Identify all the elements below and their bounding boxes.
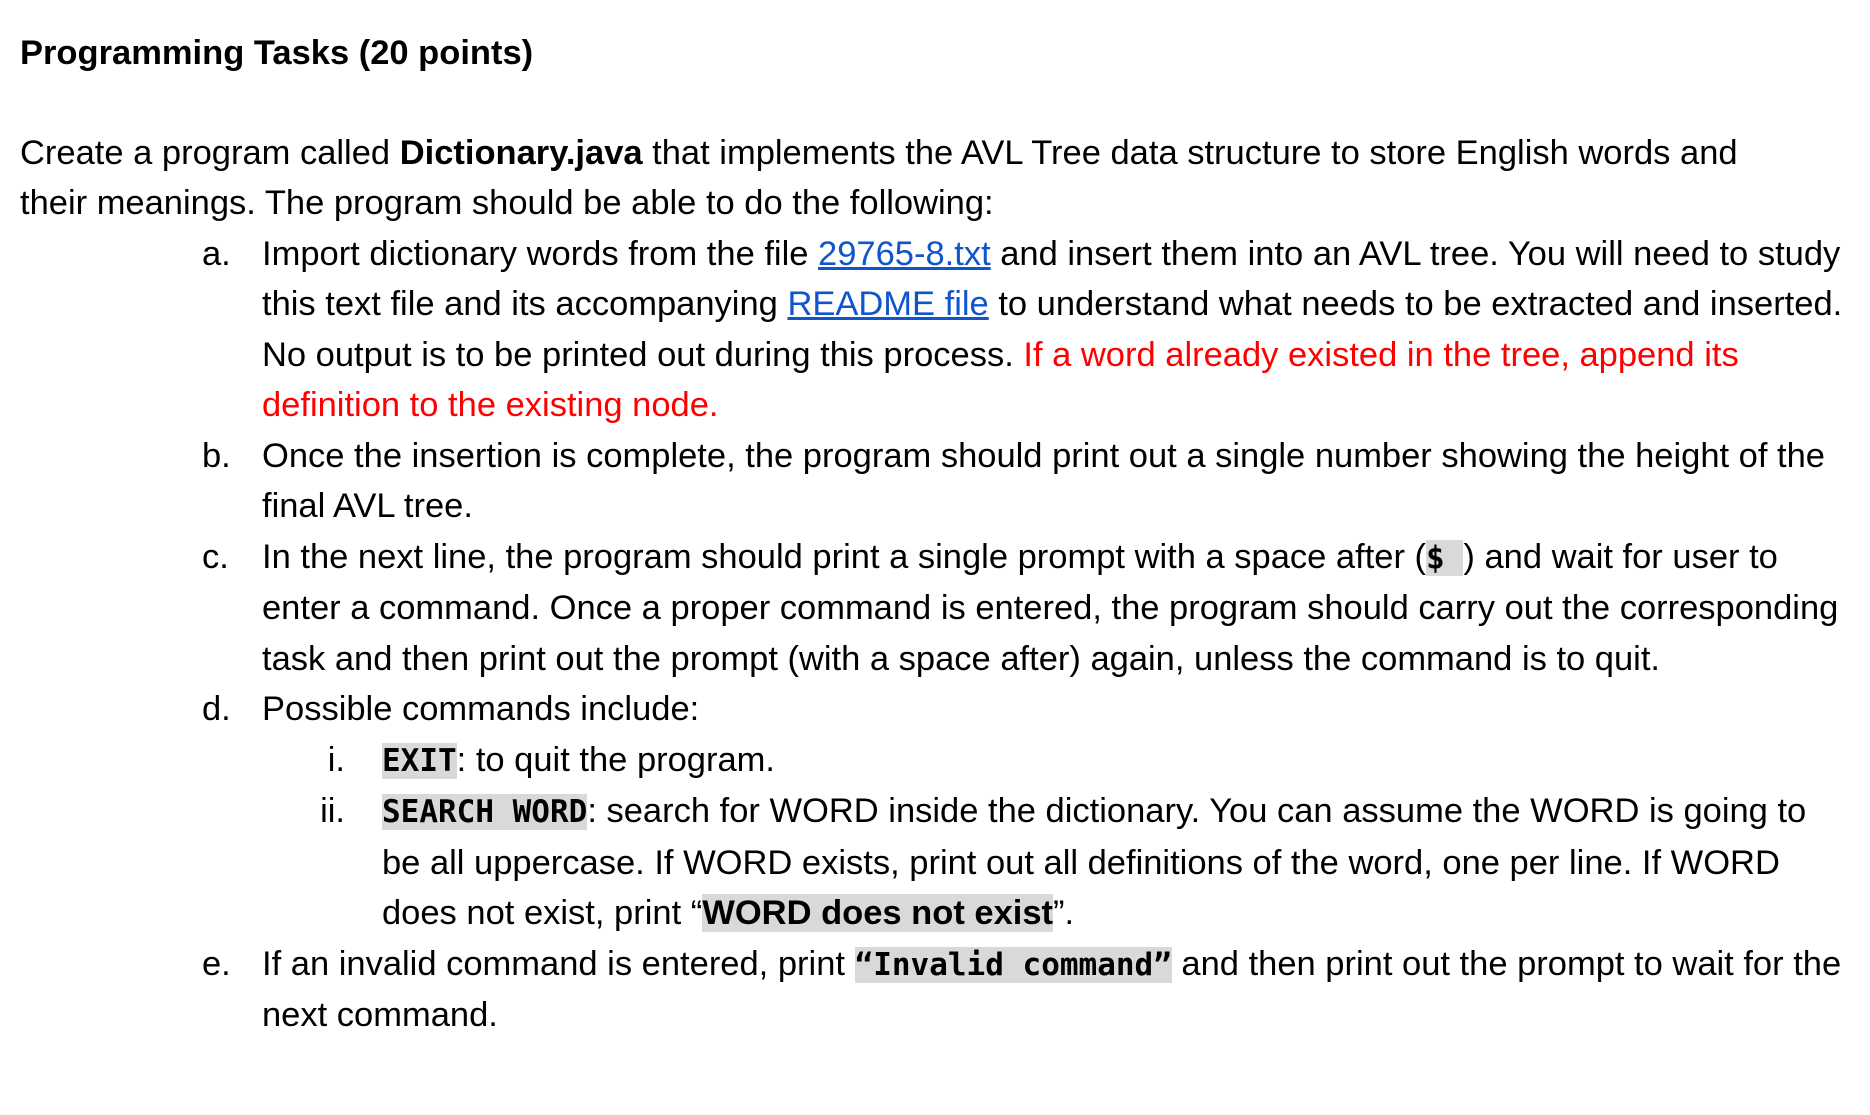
list-item-c: c. In the next line, the program should … xyxy=(20,532,1850,685)
document: Programming Tasks (20 points) Create a p… xyxy=(20,28,1850,1041)
item-text: Once the insertion is complete, the prog… xyxy=(262,436,1825,526)
command-item-search: ii. SEARCH WORD: search for WORD inside … xyxy=(20,786,1850,939)
item-text: Import dictionary words from the file xyxy=(262,234,819,273)
item-text: In the next line, the program should pri… xyxy=(262,537,1427,576)
list-marker: d. xyxy=(202,690,231,728)
section-heading: Programming Tasks (20 points) xyxy=(20,34,534,72)
command-item-exit: i. EXIT: to quit the program. xyxy=(20,735,1850,787)
list-marker: a. xyxy=(202,234,231,273)
list-item-b: b. Once the insertion is complete, the p… xyxy=(20,431,1850,532)
sublist-marker: i. xyxy=(327,740,345,779)
item-text: Possible commands include: xyxy=(262,690,700,728)
intro-text: Create a program called xyxy=(20,133,400,172)
command-search-code: SEARCH WORD xyxy=(382,794,588,830)
invalid-command-code: “Invalid command” xyxy=(854,946,1172,983)
task-list: a. Import dictionary words from the file… xyxy=(20,229,1850,1041)
list-item-a: a. Import dictionary words from the file… xyxy=(20,229,1850,431)
list-item-e: e. If an invalid command is entered, pri… xyxy=(20,939,1850,1041)
list-item-d: d. Possible commands include: i. EXIT: t… xyxy=(20,684,1850,939)
intro-paragraph: Create a program called Dictionary.java … xyxy=(20,128,1810,229)
sublist-marker: ii. xyxy=(320,792,345,830)
program-filename: Dictionary.java xyxy=(399,133,643,172)
list-marker: b. xyxy=(202,436,231,475)
link-readme-file[interactable]: README file xyxy=(787,285,988,323)
list-marker: c. xyxy=(202,537,229,576)
command-list: i. EXIT: to quit the program. ii. SEARCH… xyxy=(262,735,1850,939)
item-text: : search for WORD inside the dictionary.… xyxy=(382,792,1807,932)
list-marker: e. xyxy=(202,944,231,983)
item-text: ”. xyxy=(1053,894,1075,932)
prompt-code: $ xyxy=(1426,539,1464,576)
link-29765-txt[interactable]: 29765-8.txt xyxy=(818,235,991,273)
item-text: If an invalid command is entered, print xyxy=(262,944,855,983)
item-text: : to quit the program. xyxy=(456,740,775,779)
command-exit-code: EXIT xyxy=(382,742,457,779)
word-not-exist-highlight: WORD does not exist xyxy=(702,894,1054,932)
